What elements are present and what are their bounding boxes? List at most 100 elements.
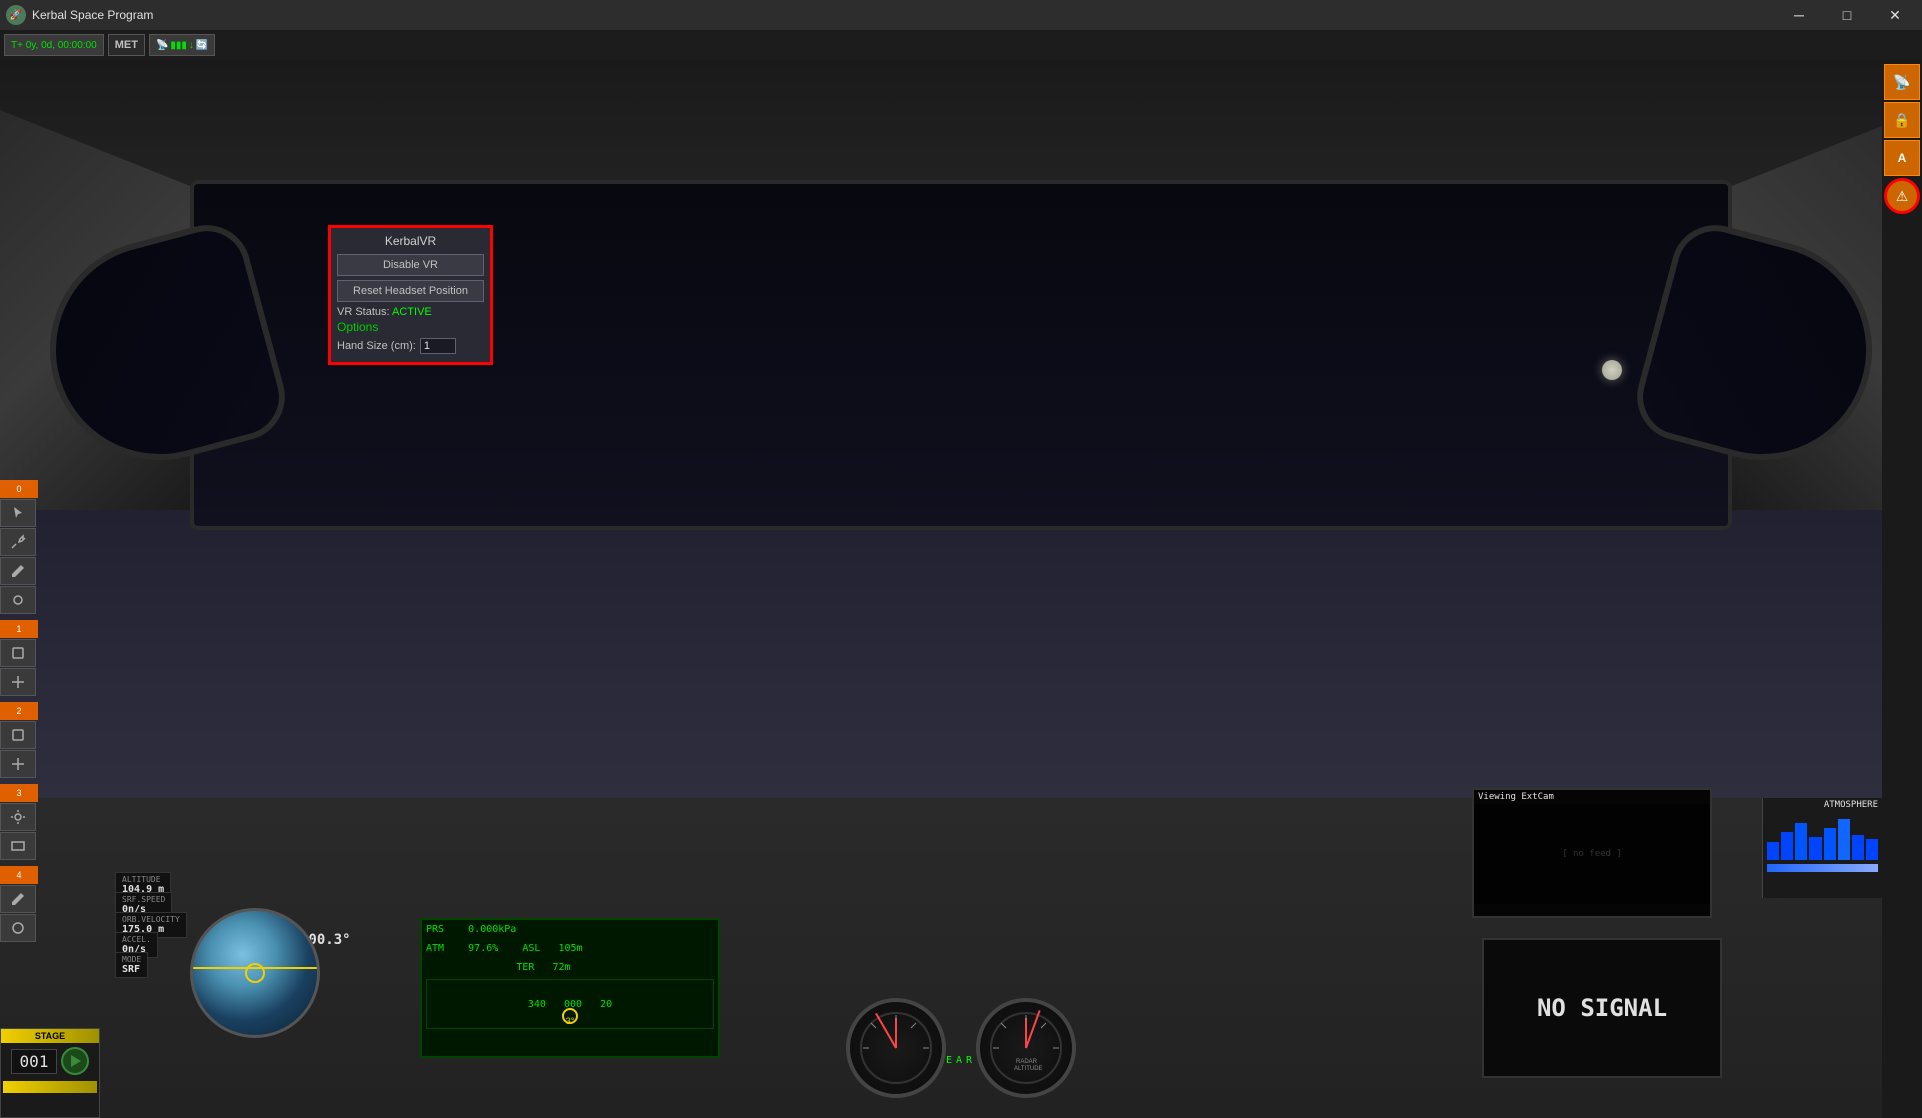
antenna-icon: 📡 — [1893, 74, 1910, 91]
maximize-button[interactable]: □ — [1824, 0, 1870, 30]
gauge-right: RADAR ALTITUDE — [976, 998, 1076, 1098]
play-icon — [67, 1053, 83, 1069]
group-2-label: 2 — [0, 702, 38, 720]
toolbar-btn-tools2[interactable] — [0, 586, 36, 614]
h2-icon — [10, 674, 26, 690]
svg-text:ALTITUDE: ALTITUDE — [1014, 1066, 1043, 1072]
toolbar-btn-tools3[interactable] — [0, 832, 36, 860]
hand-size-label: Hand Size (cm): — [337, 340, 416, 352]
stage-progress — [3, 1081, 97, 1093]
met-label: MET — [108, 34, 145, 56]
options-section-title: Options — [337, 320, 484, 334]
navball-crosshair — [245, 963, 265, 983]
altitude-label: ALTITUDE — [122, 875, 164, 884]
svg-text:RADAR: RADAR — [1016, 1059, 1038, 1065]
accel-label: ACCEL. — [122, 935, 151, 944]
toolbar-group-2: 2 — [0, 702, 38, 778]
left-toolbar: 0 1 2 — [0, 480, 38, 946]
toolbar-group-3: 3 — [0, 784, 38, 860]
stage-activate-btn[interactable] — [61, 1047, 89, 1075]
signal-bars: ▮▮▮ — [170, 40, 187, 51]
tools2-icon — [10, 592, 26, 608]
atmosphere-label: ATMOSPHERE — [1763, 798, 1882, 812]
moon-object — [1602, 360, 1622, 380]
toolbar-group-0: 0 — [0, 480, 38, 614]
minimize-button[interactable]: ─ — [1776, 0, 1822, 30]
wrench-icon — [10, 534, 26, 550]
pen2-icon — [10, 891, 26, 907]
vr-status-label: VR Status: — [337, 306, 392, 318]
game-view: ALTITUDE 104.9 m SRF.SPEED 0n/s ORB.VELO… — [0, 60, 1922, 1118]
toolbar: T+ 0y, 0d, 00:00:00 MET 📡 ▮▮▮ ↓ 🔄 — [0, 30, 1922, 60]
reset-headset-position-button[interactable]: Reset Headset Position — [337, 280, 484, 302]
mfd-ter-label: TER — [516, 962, 534, 973]
mode-label: MODE — [122, 955, 141, 964]
mfd-atm-row: ATM 97.6% ASL 105m — [422, 939, 718, 958]
atmosphere-bars — [1763, 812, 1882, 862]
disable-vr-button[interactable]: Disable VR — [337, 254, 484, 276]
right-panel: 📡 🔒 A ⚠ — [1882, 60, 1922, 1118]
mfd-ter-row: TER 72m — [422, 958, 718, 977]
stage-label: STAGE — [1, 1029, 99, 1043]
alarm-button[interactable]: A — [1884, 140, 1920, 176]
toolbar-group-1: 1 — [0, 620, 38, 696]
pointer-icon — [10, 505, 26, 521]
h1-icon — [10, 645, 26, 661]
stage-panel: STAGE 001 — [0, 1028, 100, 1118]
stage-value: 001 — [11, 1049, 58, 1074]
extcam-label: Viewing ExtCam — [1474, 790, 1710, 804]
mission-time: T+ 0y, 0d, 00:00:00 — [4, 34, 104, 56]
toolbar-btn-gear[interactable] — [0, 803, 36, 831]
mfd-atm-value: 97.6% — [468, 943, 498, 954]
toolbar-btn-tools4[interactable] — [0, 914, 36, 942]
signal-indicator: 📡 ▮▮▮ ↓ 🔄 — [149, 34, 215, 56]
mode-value: SRF — [122, 964, 141, 975]
app-title: Kerbal Space Program — [32, 8, 1776, 22]
lock-button[interactable]: 🔒 — [1884, 102, 1920, 138]
navball — [190, 908, 320, 1038]
atm-bar-8 — [1866, 839, 1878, 860]
extcam-view: [ no feed ] — [1474, 804, 1710, 904]
antenna-button[interactable]: 📡 — [1884, 64, 1920, 100]
hand-size-input[interactable] — [420, 338, 456, 354]
toolbar-btn-h1[interactable] — [0, 639, 36, 667]
atm-bar-1 — [1767, 842, 1779, 860]
toolbar-group-4: 4 — [0, 866, 38, 942]
toolbar-btn-pointer[interactable] — [0, 499, 36, 527]
h3-icon — [10, 727, 26, 743]
tools3-icon — [10, 838, 26, 854]
title-bar: 🚀 Kerbal Space Program ─ □ ✕ — [0, 0, 1922, 30]
mfd-prs-value: 0.000kPa — [468, 924, 516, 935]
toolbar-btn-wrench[interactable] — [0, 528, 36, 556]
close-button[interactable]: ✕ — [1872, 0, 1918, 30]
atm-bar-2 — [1781, 832, 1793, 860]
mfd-degree: 3° — [566, 1016, 575, 1026]
app-icon: 🚀 — [6, 5, 26, 25]
sync-icon: 🔄 — [196, 40, 208, 51]
no-signal-display: NO SIGNAL — [1482, 938, 1722, 1078]
srf-speed-label: SRF.SPEED — [122, 895, 165, 904]
h4-icon — [10, 756, 26, 772]
warning-button[interactable]: ⚠ — [1884, 178, 1920, 214]
atmosphere-panel: ATMOSPHERE — [1762, 798, 1882, 898]
atmosphere-level-bar — [1767, 864, 1878, 872]
group-4-label: 4 — [0, 866, 38, 884]
toolbar-btn-h2[interactable] — [0, 668, 36, 696]
toolbar-btn-pen[interactable] — [0, 557, 36, 585]
signal-arrow-down: ↓ — [189, 40, 194, 51]
toolbar-btn-h4[interactable] — [0, 750, 36, 778]
extcam-display: Viewing ExtCam [ no feed ] — [1472, 788, 1712, 918]
atm-bar-7 — [1852, 835, 1864, 860]
mfd-asl-label: ASL — [522, 943, 540, 954]
mode-readout: MODE SRF — [115, 952, 148, 978]
gauge-left — [846, 998, 946, 1098]
atm-bar-3 — [1795, 823, 1807, 860]
mfd-ter-value: 72m — [552, 962, 570, 973]
vr-status-row: VR Status: ACTIVE — [337, 306, 484, 318]
toolbar-btn-pen2[interactable] — [0, 885, 36, 913]
stage-controls: 001 — [1, 1043, 99, 1079]
atm-bar-5 — [1824, 828, 1836, 860]
tools4-icon — [10, 920, 26, 936]
no-signal-text: NO SIGNAL — [1537, 994, 1667, 1022]
toolbar-btn-h3[interactable] — [0, 721, 36, 749]
